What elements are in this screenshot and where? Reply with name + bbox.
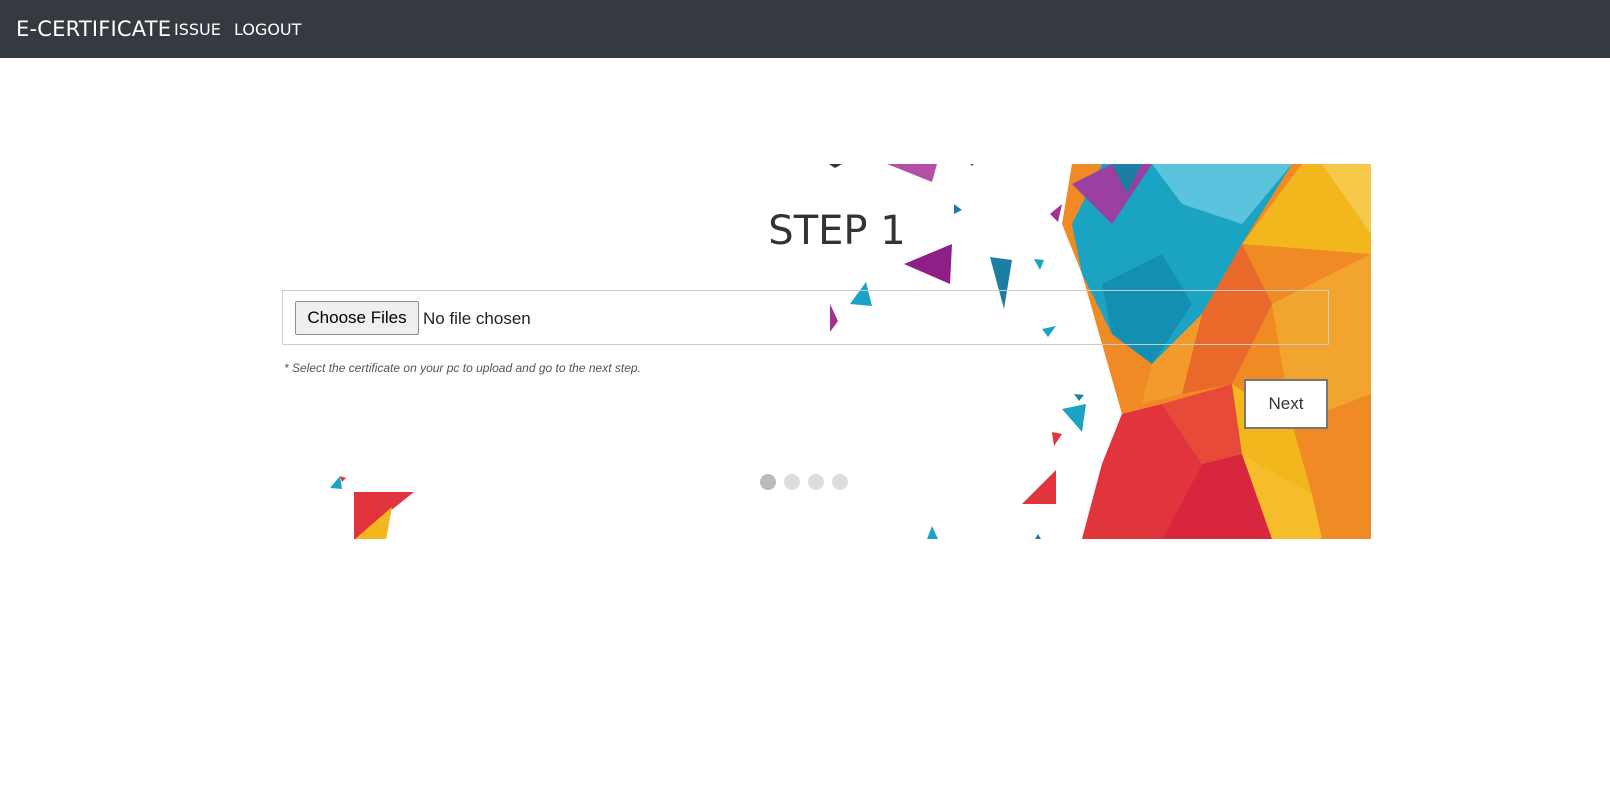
choose-files-button[interactable]: Choose Files bbox=[295, 301, 419, 335]
progress-dot-3 bbox=[808, 474, 824, 490]
progress-dot-2 bbox=[784, 474, 800, 490]
nav-issue-link[interactable]: ISSUE bbox=[174, 20, 221, 39]
file-upload-field[interactable]: Choose Files No file chosen bbox=[282, 290, 1329, 345]
step-title: STEP 1 bbox=[768, 208, 906, 254]
step-card: STEP 1 Choose Files No file chosen * Sel… bbox=[282, 164, 1371, 539]
next-button[interactable]: Next bbox=[1244, 379, 1328, 429]
file-status-text: No file chosen bbox=[423, 309, 531, 328]
progress-dot-1 bbox=[760, 474, 776, 490]
top-navbar: E-CERTIFICATE ISSUE LOGOUT bbox=[0, 0, 1610, 58]
nav-logout-link[interactable]: LOGOUT bbox=[234, 20, 301, 39]
progress-dot-4 bbox=[832, 474, 848, 490]
upload-hint: * Select the certificate on your pc to u… bbox=[284, 361, 641, 375]
brand-logo[interactable]: E-CERTIFICATE bbox=[16, 17, 171, 41]
